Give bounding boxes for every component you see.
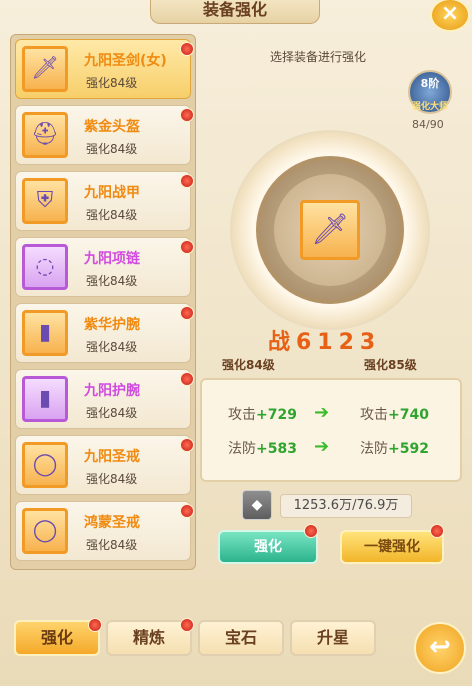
- stat-next: +592: [388, 441, 429, 457]
- equipment-list-item[interactable]: ▮ 紫华护腕 强化84级: [15, 303, 194, 363]
- notification-dot: [180, 42, 194, 56]
- equipment-list-item[interactable]: ◯ 鸿蒙圣戒 强化84级: [15, 501, 194, 561]
- notification-dot: [430, 524, 444, 538]
- stat-left: 法防+583: [228, 438, 297, 458]
- notification-dot: [180, 618, 194, 632]
- equipment-level: 强化84级: [86, 274, 138, 288]
- arrow-right-icon: ➔: [314, 402, 330, 423]
- equipment-list-item[interactable]: ⛨ 九阳战甲 强化84级: [15, 171, 194, 231]
- necklace-icon: ◌: [22, 244, 68, 290]
- next-level: 强化85级: [364, 358, 417, 372]
- ring-icon: ◯: [22, 442, 68, 488]
- equipment-level: 强化84级: [86, 340, 138, 354]
- stat-right: 攻击+740: [360, 404, 429, 424]
- equipment-name: 九阳护腕: [84, 383, 140, 399]
- helmet-icon: ⛑: [22, 112, 68, 158]
- strengthen-master-badge[interactable]: 8阶 强化大师: [408, 70, 452, 114]
- current-level: 强化84级: [222, 358, 275, 372]
- stat-name: 法防: [228, 441, 256, 457]
- notification-dot: [304, 524, 318, 538]
- notification-dot: [180, 438, 194, 452]
- equipment-list-item[interactable]: ◯ 九阳圣戒 强化84级: [15, 435, 194, 495]
- stat-current: +729: [256, 407, 297, 423]
- stat-next: +740: [388, 407, 429, 423]
- equipment-name: 紫华护腕: [84, 317, 140, 333]
- equipment-list-item[interactable]: ⛑ 紫金头盔 强化84级: [15, 105, 194, 165]
- stat-left: 攻击+729: [228, 404, 297, 424]
- stat-name: 攻击: [360, 407, 388, 423]
- equipment-level: 强化84级: [86, 472, 138, 486]
- hint-text: 选择装备进行强化: [270, 50, 367, 64]
- bottom-tabs: 强化 精炼 宝石 升星: [14, 618, 394, 660]
- notification-dot: [88, 618, 102, 632]
- equipment-name: 九阳圣剑(女): [84, 53, 167, 69]
- equipment-level: 强化84级: [86, 76, 138, 90]
- notification-dot: [180, 306, 194, 320]
- bracer-icon: ▮: [22, 376, 68, 422]
- strengthen-panel: 选择装备进行强化 8阶 强化大师 84/90 🗡 战6123 强化84级 强化8…: [200, 34, 462, 570]
- back-arrow-icon[interactable]: ↩: [414, 622, 466, 674]
- ring-icon: ◯: [22, 508, 68, 554]
- equipment-list-item[interactable]: ▮ 九阳护腕 强化84级: [15, 369, 194, 429]
- master-count: 84/90: [412, 118, 444, 131]
- stat-right: 法防+592: [360, 438, 429, 458]
- stat-current: +583: [256, 441, 297, 457]
- bracer-icon: ▮: [22, 310, 68, 356]
- armor-icon: ⛨: [22, 178, 68, 224]
- equipment-level: 强化84级: [86, 208, 138, 222]
- equipment-name: 九阳项链: [84, 251, 140, 267]
- equipment-level: 强化84级: [86, 538, 138, 552]
- equipment-name: 九阳圣戒: [84, 449, 140, 465]
- ring-mid: 🗡: [256, 156, 404, 304]
- notification-dot: [180, 108, 194, 122]
- equipment-ring: 🗡: [230, 130, 430, 330]
- equipment-name: 九阳战甲: [84, 185, 140, 201]
- window-title: 装备强化: [150, 0, 320, 24]
- tab-gem[interactable]: 宝石: [198, 620, 284, 656]
- ring-inner: 🗡: [274, 174, 386, 286]
- sword-icon: 🗡: [22, 46, 68, 92]
- equipment-name: 鸿蒙圣戒: [84, 515, 140, 531]
- auto-strengthen-button[interactable]: 一键强化: [340, 530, 444, 564]
- notification-dot: [180, 174, 194, 188]
- equipment-list: 🗡 九阳圣剑(女) 强化84级 ⛑ 紫金头盔 强化84级 ⛨ 九阳战甲 强化84…: [10, 34, 196, 570]
- stat-name: 法防: [360, 441, 388, 457]
- stats-box: 攻击+729 ➔ 攻击+740 法防+583 ➔ 法防+592: [200, 378, 462, 482]
- equipment-level: 强化84级: [86, 142, 138, 156]
- selected-equipment-slot[interactable]: 🗡: [300, 200, 360, 260]
- master-rank: 8阶: [420, 77, 440, 90]
- stat-row: 法防+583 ➔ 法防+592: [202, 436, 464, 460]
- sword-icon: 🗡: [310, 212, 350, 247]
- stat-row: 攻击+729 ➔ 攻击+740: [202, 402, 464, 426]
- equipment-level: 强化84级: [86, 406, 138, 420]
- notification-dot: [180, 240, 194, 254]
- strengthen-button[interactable]: 强化: [218, 530, 318, 564]
- equipment-list-item[interactable]: 🗡 九阳圣剑(女) 强化84级: [15, 39, 194, 99]
- power-value: 战6123: [268, 330, 382, 355]
- equipment-list-item[interactable]: ◌ 九阳项链 强化84级: [15, 237, 194, 297]
- currency-amount: 1253.6万/76.9万: [280, 494, 412, 518]
- arrow-right-icon: ➔: [314, 436, 330, 457]
- master-label: 强化大师: [411, 102, 448, 112]
- stat-name: 攻击: [228, 407, 256, 423]
- notification-dot: [180, 504, 194, 518]
- tab-star-up[interactable]: 升星: [290, 620, 376, 656]
- notification-dot: [180, 372, 194, 386]
- equipment-name: 紫金头盔: [84, 119, 140, 135]
- silver-icon: ◆: [242, 490, 272, 520]
